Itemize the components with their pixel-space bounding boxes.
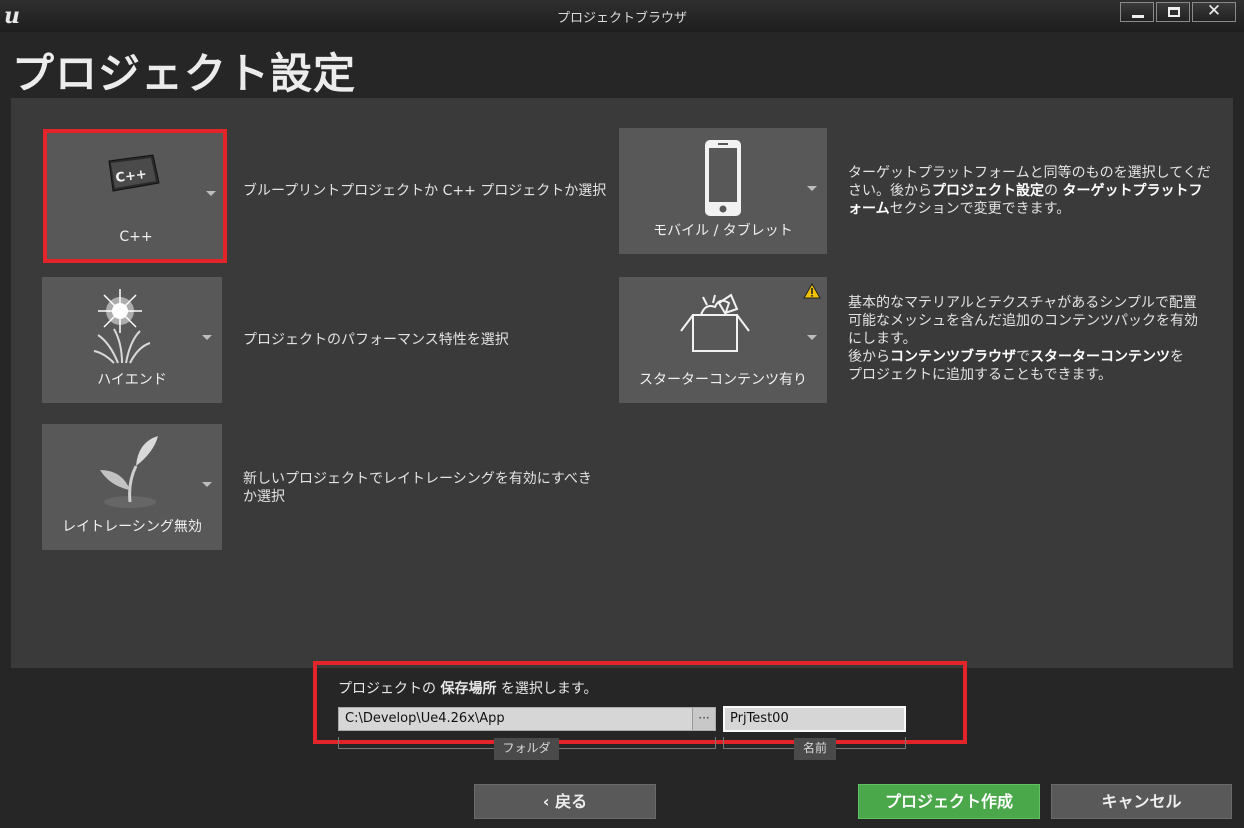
target-platform-tile[interactable]: モバイル / タブレット bbox=[619, 128, 827, 254]
browse-folder-button[interactable]: ··· bbox=[692, 708, 715, 730]
minimize-icon bbox=[1132, 15, 1144, 18]
chevron-down-icon[interactable] bbox=[202, 482, 212, 487]
folder-caption: フォルダ bbox=[494, 738, 559, 760]
window-title: プロジェクトブラウザ bbox=[556, 11, 687, 26]
code-tile-highlight bbox=[43, 129, 227, 263]
quality-description: プロジェクトのパフォーマンス特性を選択 bbox=[243, 332, 509, 348]
chevron-down-icon[interactable] bbox=[807, 186, 817, 191]
name-caption: 名前 bbox=[794, 738, 836, 760]
starter-text: で bbox=[1016, 349, 1030, 365]
maximize-button[interactable] bbox=[1156, 2, 1190, 22]
title-bar: u プロジェクトブラウザ ✕ bbox=[0, 0, 1244, 32]
content-browser-emphasis: コンテンツブラウザ bbox=[890, 349, 1016, 365]
raytracing-description-line: 新しいプロジェクトでレイトレーシングを有効にすべき bbox=[243, 471, 592, 487]
close-icon: ✕ bbox=[1206, 1, 1222, 21]
starter-description-line: にします。 bbox=[848, 331, 917, 347]
window-controls: ✕ bbox=[1118, 1, 1236, 22]
platform-text: の bbox=[1044, 183, 1063, 199]
page-title: プロジェクト設定 bbox=[12, 49, 357, 98]
chevron-down-icon[interactable] bbox=[202, 335, 212, 340]
back-button[interactable]: ‹ 戻る bbox=[474, 784, 656, 819]
chevron-down-icon[interactable] bbox=[807, 335, 817, 340]
starter-description-line: 可能なメッシュを含んだ追加のコンテンツパックを有効 bbox=[848, 313, 1198, 329]
maximize-icon bbox=[1168, 7, 1180, 17]
close-button[interactable]: ✕ bbox=[1192, 1, 1236, 22]
folder-path-value: C:\Develop\Ue4.26x\App bbox=[345, 711, 505, 726]
starter-description-line: 後からコンテンツブラウザでスターターコンテンツを bbox=[848, 348, 1198, 366]
plant-leaf-icon bbox=[100, 436, 158, 508]
platform-text: セクションで変更できます。 bbox=[889, 201, 1071, 217]
folder-path-input[interactable]: C:\Develop\Ue4.26x\App ··· bbox=[338, 707, 716, 731]
mobile-phone-icon bbox=[705, 140, 741, 216]
target-platform-label: モバイル / タブレット bbox=[653, 223, 793, 239]
starter-content-label: スターターコンテンツ有り bbox=[639, 372, 807, 388]
save-location-text: プロジェクトの bbox=[338, 681, 441, 697]
platform-description-line: さい。後からプロジェクト設定の ターゲットプラットフ bbox=[848, 182, 1211, 200]
raytracing-tile[interactable]: レイトレーシング無効 bbox=[42, 424, 222, 550]
raytracing-label: レイトレーシング無効 bbox=[62, 519, 202, 535]
starter-text: を bbox=[1170, 349, 1184, 365]
platform-description-line: ォームセクションで変更できます。 bbox=[848, 200, 1211, 218]
target-platform-emphasis: ォーム bbox=[848, 201, 890, 217]
warning-icon bbox=[803, 283, 821, 299]
project-settings-emphasis: プロジェクト設定 bbox=[932, 183, 1044, 199]
raytracing-description: 新しいプロジェクトでレイトレーシングを有効にすべき か選択 bbox=[243, 470, 592, 506]
target-platform-description: ターゲットプラットフォームと同等のものを選択してくだ さい。後からプロジェクト設… bbox=[848, 164, 1211, 218]
save-location-label: プロジェクトの 保存場所 を選択します。 bbox=[338, 678, 598, 698]
cancel-button[interactable]: キャンセル bbox=[1051, 784, 1232, 819]
create-project-button[interactable]: プロジェクト作成 bbox=[858, 784, 1040, 819]
starter-description-line: 基本的なマテリアルとテクスチャがあるシンプルで配置 bbox=[848, 295, 1197, 311]
starter-content-description: 基本的なマテリアルとテクスチャがあるシンプルで配置 可能なメッシュを含んだ追加の… bbox=[848, 294, 1198, 384]
platform-text: さい。後から bbox=[848, 183, 932, 199]
minimize-button[interactable] bbox=[1120, 2, 1154, 22]
settings-panel: C++ C++ ブループリントプロジェクトか C++ プロジェクトか選択 ハイエ… bbox=[11, 98, 1233, 668]
starter-description-line: プロジェクトに追加することもできます。 bbox=[848, 367, 1113, 383]
starter-text: 後から bbox=[848, 349, 890, 365]
raytracing-description-line: か選択 bbox=[243, 489, 285, 505]
target-platform-emphasis: ターゲットプラットフ bbox=[1062, 183, 1203, 199]
save-location-text: を選択します。 bbox=[496, 681, 598, 697]
save-location-emphasis: 保存場所 bbox=[440, 681, 497, 697]
project-name-input[interactable]: PrjTest00 bbox=[723, 706, 906, 732]
quality-tile[interactable]: ハイエンド bbox=[42, 277, 222, 403]
starter-content-box-icon bbox=[680, 293, 750, 352]
starter-content-tile[interactable]: スターターコンテンツ有り bbox=[619, 277, 827, 403]
starter-content-emphasis: スターターコンテンツ bbox=[1030, 349, 1170, 365]
platform-description-line: ターゲットプラットフォームと同等のものを選択してくだ bbox=[848, 165, 1211, 181]
code-type-description: ブループリントプロジェクトか C++ プロジェクトか選択 bbox=[243, 183, 607, 199]
high-end-sparkle-icon bbox=[93, 289, 151, 364]
quality-label: ハイエンド bbox=[97, 372, 167, 388]
